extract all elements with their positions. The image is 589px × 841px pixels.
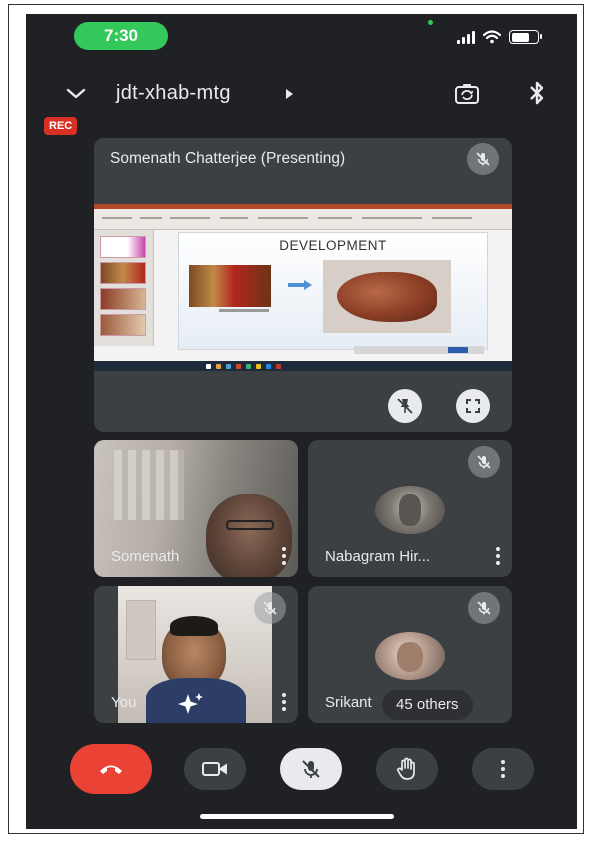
- mic-off-icon: [468, 592, 500, 624]
- slide-title: DEVELOPMENT: [279, 238, 387, 253]
- current-slide: DEVELOPMENT: [178, 232, 488, 350]
- camera-toggle-button[interactable]: [184, 748, 246, 790]
- chevron-down-icon[interactable]: [64, 82, 88, 106]
- meeting-code[interactable]: jdt-xhab-mtg: [116, 82, 231, 105]
- effects-sparkle-icon[interactable]: [178, 692, 204, 716]
- mic-off-icon: [468, 446, 500, 478]
- slide-thumbnails: [94, 230, 154, 346]
- slide-image-left: [189, 265, 271, 307]
- end-call-icon: [100, 765, 122, 774]
- more-vert-icon[interactable]: [282, 547, 286, 565]
- end-call-button[interactable]: [70, 744, 152, 794]
- more-vert-icon[interactable]: [282, 693, 286, 711]
- raise-hand-icon: [397, 757, 415, 780]
- participant-name: Srikant: [325, 694, 372, 711]
- privacy-indicator-dot: [428, 20, 433, 25]
- phone-screen: 7:30 jdt-xhab-mtg REC Somenath Chatterje…: [26, 14, 577, 829]
- others-count-pill[interactable]: 45 others: [382, 690, 473, 720]
- fullscreen-icon: [466, 399, 480, 413]
- participant-name: Somenath: [111, 548, 180, 565]
- mic-off-icon: [254, 592, 286, 624]
- more-options-button[interactable]: [472, 748, 534, 790]
- ppt-ribbon: [94, 204, 512, 230]
- video-camera-icon: [202, 762, 227, 776]
- presenting-tile[interactable]: Somenath Chatterjee (Presenting) DEVELOP…: [94, 138, 512, 432]
- recording-badge: REC: [44, 117, 78, 135]
- windows-taskbar: [94, 361, 512, 371]
- participant-name: You: [111, 694, 137, 711]
- presenter-name: Somenath Chatterjee (Presenting): [110, 150, 346, 167]
- status-icons: [457, 30, 542, 44]
- home-indicator: [200, 814, 394, 819]
- shared-screen: DEVELOPMENT: [94, 204, 512, 371]
- arrow-right-icon: [288, 280, 312, 290]
- unpin-button[interactable]: [388, 389, 422, 423]
- more-vert-icon: [501, 760, 505, 778]
- ppt-notes-bar: [354, 346, 484, 354]
- status-time: 7:30: [74, 22, 168, 50]
- more-vert-icon[interactable]: [496, 547, 500, 565]
- pin-off-icon: [397, 398, 413, 414]
- slide-image-right: [323, 260, 451, 333]
- caret-right-icon[interactable]: [285, 88, 295, 100]
- avatar: [375, 486, 445, 534]
- mic-toggle-button[interactable]: [280, 748, 342, 790]
- avatar: [375, 632, 445, 680]
- participant-tile-nabagram[interactable]: Nabagram Hir...: [308, 440, 512, 577]
- cellular-signal-icon: [457, 30, 475, 44]
- bluetooth-icon[interactable]: [528, 80, 546, 106]
- mic-off-icon: [302, 760, 320, 778]
- participant-tile-you[interactable]: You: [94, 586, 298, 723]
- battery-icon: [509, 30, 542, 44]
- camera-flip-icon[interactable]: [454, 82, 480, 106]
- participant-name: Nabagram Hir...: [325, 548, 431, 565]
- fullscreen-button[interactable]: [456, 389, 490, 423]
- raise-hand-button[interactable]: [376, 748, 438, 790]
- mic-off-icon: [467, 143, 499, 175]
- wifi-icon: [483, 30, 501, 44]
- participant-tile-somenath[interactable]: Somenath: [94, 440, 298, 577]
